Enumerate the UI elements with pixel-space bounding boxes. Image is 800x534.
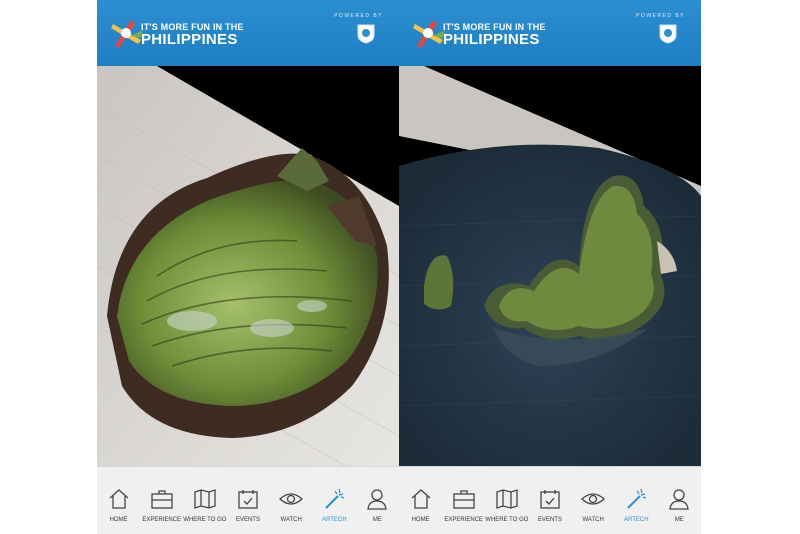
briefcase-icon <box>453 490 475 509</box>
magic-wand-icon <box>627 488 647 509</box>
powered-by-label: POWERED BY <box>636 13 685 19</box>
nav-home[interactable]: HOME <box>99 467 139 523</box>
ar-island-scene[interactable] <box>399 66 701 466</box>
nav-events[interactable]: EVENTS <box>228 467 268 523</box>
bottom-nav: HOME EXPERIENCE WHERE TO GO EVENTS WATCH… <box>399 466 701 534</box>
phone-screen-right: IT'S MORE FUN IN THE PHILIPPINES POWERED… <box>399 0 701 534</box>
calendar-icon <box>540 490 560 509</box>
calendar-icon <box>238 490 258 509</box>
logo-title: PHILIPPINES <box>443 31 540 48</box>
bottom-nav: HOME EXPERIENCE WHERE TO GO EVENTS WATCH… <box>97 466 399 534</box>
nav-where-to-go[interactable]: WHERE TO GO <box>183 467 226 523</box>
dot-seal-icon <box>659 24 677 44</box>
map-icon <box>496 489 518 509</box>
nav-experience[interactable]: EXPERIENCE <box>142 467 182 523</box>
nav-home[interactable]: HOME <box>401 467 441 523</box>
dot-seal-icon <box>357 24 375 44</box>
map-icon <box>194 489 216 509</box>
logo-title: PHILIPPINES <box>141 31 238 48</box>
nav-events[interactable]: EVENTS <box>530 467 570 523</box>
phone-screen-left: IT'S MORE FUN IN THE PHILIPPINES POWERED… <box>97 0 399 534</box>
user-icon <box>367 489 388 510</box>
eye-icon <box>279 493 304 505</box>
eye-icon <box>581 493 606 505</box>
nav-where-to-go[interactable]: WHERE TO GO <box>485 467 528 523</box>
nav-watch[interactable]: WATCH <box>271 467 311 523</box>
nav-artech[interactable]: ARTECH <box>314 467 354 523</box>
philippines-logo-icon <box>111 20 143 48</box>
user-icon <box>669 489 690 510</box>
nav-me[interactable]: ME <box>357 467 397 523</box>
philippines-logo-icon <box>413 20 445 48</box>
nav-artech[interactable]: ARTECH <box>616 467 656 523</box>
ar-terraces-scene[interactable] <box>97 66 399 466</box>
nav-me[interactable]: ME <box>659 467 699 523</box>
home-icon <box>109 489 128 509</box>
nav-watch[interactable]: WATCH <box>573 467 613 523</box>
app-header: IT'S MORE FUN IN THE PHILIPPINES POWERED… <box>399 0 701 66</box>
magic-wand-icon <box>325 488 345 509</box>
home-icon <box>411 489 430 509</box>
nav-experience[interactable]: EXPERIENCE <box>444 467 484 523</box>
powered-by-label: POWERED BY <box>334 13 383 19</box>
app-header: IT'S MORE FUN IN THE PHILIPPINES POWERED… <box>97 0 399 66</box>
briefcase-icon <box>151 490 173 509</box>
